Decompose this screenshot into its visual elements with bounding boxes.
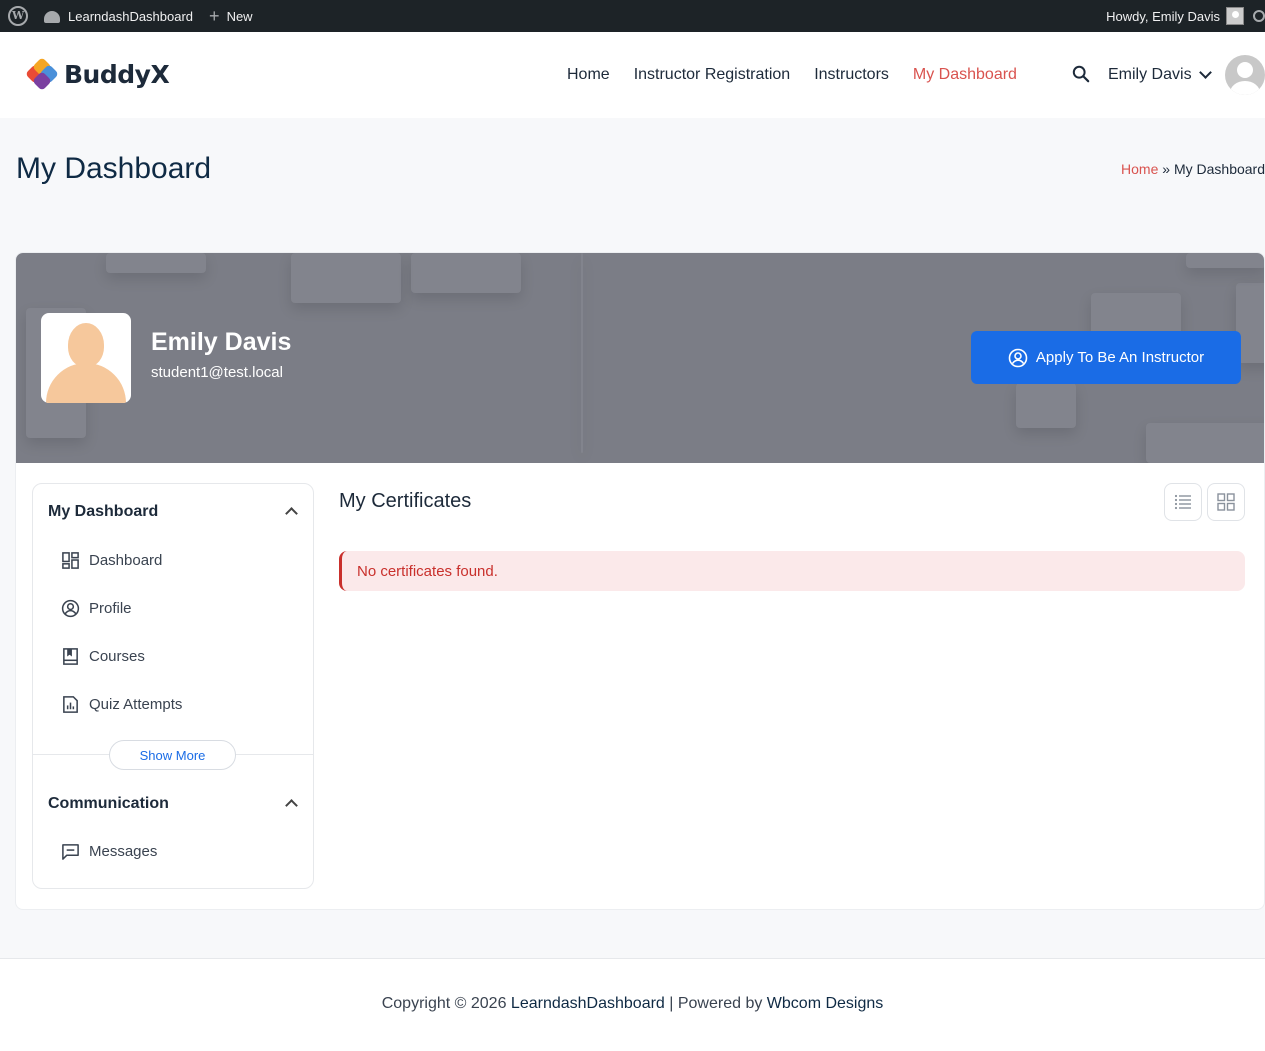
buddyx-logo-icon bbox=[25, 57, 59, 91]
copyright-text: Copyright © 2026 LearndashDashboard | Po… bbox=[0, 995, 1265, 1013]
copyright-prefix: Copyright © 2026 bbox=[381, 995, 511, 1012]
sidebar-item-quiz-attempts[interactable]: Quiz Attempts bbox=[61, 695, 182, 714]
main-nav: Home Instructor Registration Instructors… bbox=[567, 32, 1017, 118]
site-footer: Copyright © 2026 LearndashDashboard | Po… bbox=[0, 958, 1265, 1051]
admin-bar: LearndashDashboard + New Howdy, Emily Da… bbox=[0, 0, 1265, 32]
admin-search-icon[interactable] bbox=[1253, 10, 1265, 22]
site-name-link[interactable]: LearndashDashboard bbox=[36, 0, 201, 32]
chevron-down-icon bbox=[1198, 66, 1212, 79]
profile-cover: Emily Davis student1@test.local Apply To… bbox=[16, 253, 1264, 463]
nav-home[interactable]: Home bbox=[567, 66, 610, 84]
content-title: My Certificates bbox=[339, 490, 472, 512]
sidebar-section-communication[interactable]: Communication bbox=[48, 795, 169, 813]
breadcrumb-home[interactable]: Home bbox=[1121, 161, 1158, 177]
sidebar-item-messages[interactable]: Messages bbox=[61, 842, 157, 861]
sidebar-item-label: Quiz Attempts bbox=[89, 696, 183, 713]
my-account-menu[interactable]: Howdy, Emily Davis bbox=[1098, 0, 1244, 32]
nav-my-dashboard[interactable]: My Dashboard bbox=[913, 66, 1017, 84]
list-icon bbox=[1174, 494, 1191, 510]
user-name: Emily Davis bbox=[1108, 66, 1192, 83]
breadcrumb-current: My Dashboard bbox=[1173, 161, 1265, 177]
page-title: My Dashboard bbox=[16, 152, 212, 185]
page-title-band: My Dashboard Home » My Dashboard bbox=[0, 118, 1265, 220]
new-label: New bbox=[226, 8, 253, 24]
sidebar-item-dashboard[interactable]: Dashboard bbox=[61, 551, 162, 570]
footer-site-link[interactable]: LearndashDashboard bbox=[511, 995, 665, 1012]
site-name-label: LearndashDashboard bbox=[68, 8, 194, 24]
message-icon bbox=[62, 844, 79, 860]
report-icon bbox=[63, 696, 78, 713]
dashboard-card: Emily Davis student1@test.local Apply To… bbox=[15, 252, 1265, 910]
dashboard-icon bbox=[62, 552, 79, 569]
admin-avatar bbox=[1226, 7, 1244, 25]
book-icon bbox=[63, 648, 78, 665]
nav-instructors[interactable]: Instructors bbox=[814, 66, 889, 84]
chevron-up-icon[interactable] bbox=[285, 507, 298, 520]
apply-instructor-label: Apply To Be An Instructor bbox=[1035, 349, 1205, 366]
breadcrumb: Home » My Dashboard bbox=[1121, 161, 1265, 177]
profile-email: student1@test.local bbox=[151, 364, 283, 381]
dashboard-gauge-icon bbox=[44, 9, 60, 23]
no-certificates-notice: No certificates found. bbox=[339, 551, 1245, 591]
sidebar-item-label: Messages bbox=[89, 843, 158, 860]
list-view-button[interactable] bbox=[1164, 483, 1202, 521]
grid-view-button[interactable] bbox=[1207, 483, 1245, 521]
sidebar-item-courses[interactable]: Courses bbox=[61, 647, 145, 666]
copyright-middle: | Powered by bbox=[664, 995, 767, 1012]
sidebar-item-label: Courses bbox=[89, 648, 145, 665]
sidebar-section-my-dashboard[interactable]: My Dashboard bbox=[48, 503, 158, 521]
sidebar-item-label: Dashboard bbox=[89, 552, 163, 569]
user-menu[interactable]: Emily Davis bbox=[1108, 32, 1212, 118]
site-logo[interactable]: BuddyX bbox=[25, 57, 170, 91]
logo-text: BuddyX bbox=[64, 59, 170, 89]
sidebar-item-label: Profile bbox=[89, 600, 132, 617]
wordpress-logo-icon bbox=[8, 6, 28, 26]
user-circle-icon bbox=[1008, 348, 1028, 367]
grid-icon bbox=[1217, 493, 1235, 511]
search-icon[interactable] bbox=[1072, 65, 1090, 83]
plus-icon: + bbox=[209, 6, 220, 26]
sidebar-item-profile[interactable]: Profile bbox=[61, 599, 132, 618]
header-avatar[interactable] bbox=[1225, 55, 1265, 95]
howdy-label: Howdy, Emily Davis bbox=[1106, 8, 1220, 24]
dashboard-sidebar: My Dashboard Dashboard Profile Courses Q… bbox=[32, 483, 314, 889]
apply-instructor-button[interactable]: Apply To Be An Instructor bbox=[971, 331, 1241, 384]
show-more-button[interactable]: Show More bbox=[109, 740, 236, 770]
site-header: BuddyX Home Instructor Registration Inst… bbox=[0, 32, 1265, 118]
profile-avatar[interactable] bbox=[41, 313, 131, 403]
chevron-up-icon[interactable] bbox=[285, 799, 298, 812]
footer-powered-link[interactable]: Wbcom Designs bbox=[767, 995, 883, 1012]
new-content-link[interactable]: + New bbox=[201, 0, 261, 32]
profile-name: Emily Davis bbox=[151, 328, 292, 356]
nav-instructor-registration[interactable]: Instructor Registration bbox=[634, 66, 791, 84]
wordpress-menu[interactable] bbox=[0, 0, 36, 32]
profile-icon bbox=[61, 599, 80, 618]
breadcrumb-separator: » bbox=[1162, 161, 1171, 177]
